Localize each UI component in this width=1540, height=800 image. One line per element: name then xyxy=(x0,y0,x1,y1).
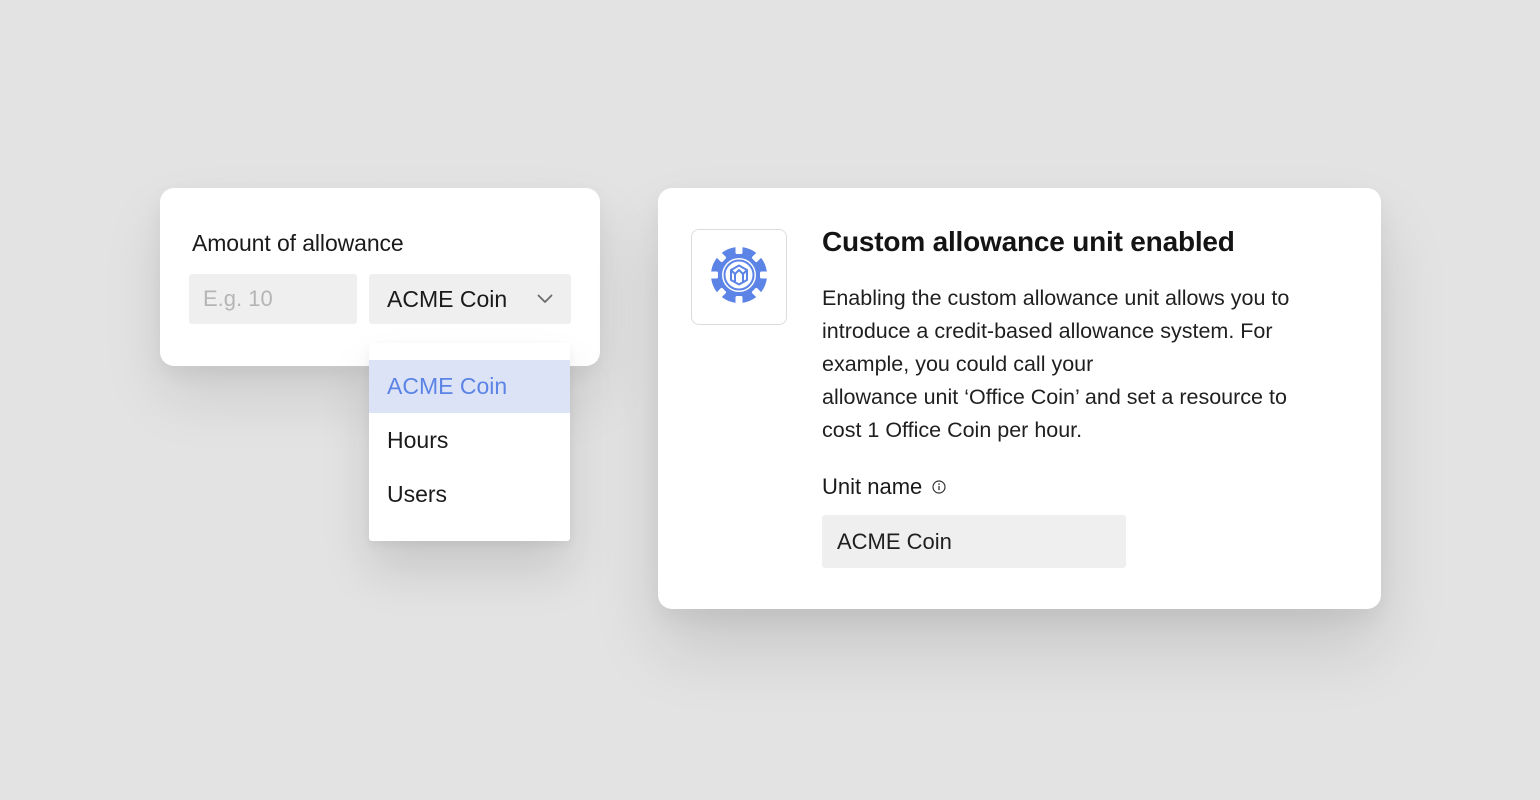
unit-select-value: ACME Coin xyxy=(387,285,508,312)
coin-icon xyxy=(708,244,770,311)
description-line: cost 1 Office Coin per hour. xyxy=(822,418,1083,442)
description-line: Enabling the custom allowance unit allow… xyxy=(822,286,1290,310)
info-icon[interactable] xyxy=(932,480,946,494)
custom-unit-card: Custom allowance unit enabled Enabling t… xyxy=(658,188,1381,609)
card-title: Custom allowance unit enabled xyxy=(822,226,1235,257)
unit-name-input[interactable] xyxy=(822,515,1126,568)
description-line: allowance unit ‘Office Coin’ and set a r… xyxy=(822,385,1287,409)
description-line: introduce a credit-based allowance syste… xyxy=(822,319,1273,343)
allowance-card: Amount of allowance ACME Coin xyxy=(160,188,600,366)
coin-tile xyxy=(691,229,787,325)
unit-name-label: Unit name xyxy=(822,474,923,499)
canvas: Amount of allowance ACME Coin ACME Coin … xyxy=(0,0,1540,800)
unit-name-label-row: Unit name xyxy=(822,474,946,500)
chevron-down-icon xyxy=(537,291,553,307)
dropdown-option-acme-coin[interactable]: ACME Coin xyxy=(369,360,570,413)
description-line: example, you could call your xyxy=(822,352,1094,376)
dropdown-option-hours[interactable]: Hours xyxy=(369,414,570,467)
unit-dropdown-menu: ACME Coin Hours Users xyxy=(369,343,570,541)
card-description: Enabling the custom allowance unit allow… xyxy=(822,282,1322,447)
unit-select[interactable]: ACME Coin xyxy=(369,274,571,324)
allowance-label: Amount of allowance xyxy=(192,230,404,256)
amount-input[interactable] xyxy=(189,274,357,324)
dropdown-option-users[interactable]: Users xyxy=(369,468,570,521)
